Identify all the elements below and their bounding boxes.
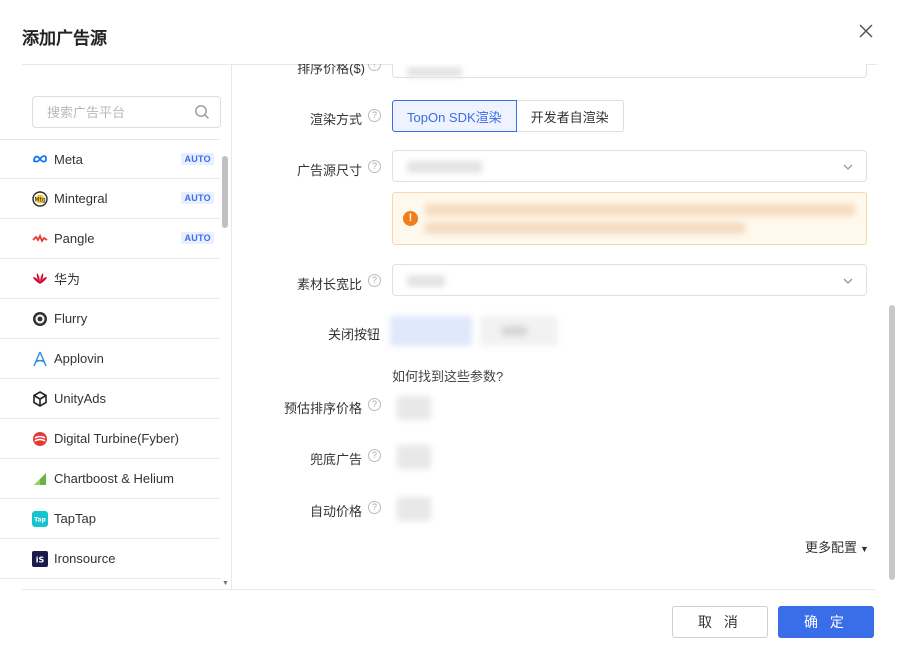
help-icon[interactable]: ?	[368, 501, 381, 514]
platform-name: Chartboost & Helium	[54, 471, 174, 486]
fallback-ad-label: 兜底广告	[309, 452, 362, 467]
auto-badge: AUTO	[181, 153, 214, 165]
search-box	[32, 96, 221, 128]
caret-down-icon: ▼	[860, 544, 869, 554]
help-icon[interactable]: ?	[368, 109, 381, 122]
render-option-topon-sdk[interactable]: TopOn SDK渲染	[392, 100, 517, 132]
render-method-toggle: TopOn SDK渲染 开发者自渲染	[392, 100, 624, 132]
platform-name: 华为	[54, 272, 81, 287]
platform-item-taptap[interactable]: Tap TapTap	[0, 499, 220, 539]
platform-list: Meta AUTO Mtg Mintegral AUTO Pangle AUTO	[0, 139, 220, 589]
help-icon[interactable]: ?	[368, 160, 381, 173]
digital-turbine-icon	[32, 431, 48, 447]
redacted-value	[407, 161, 482, 173]
aspect-ratio-select[interactable]	[392, 264, 867, 296]
scroll-down-arrow-icon[interactable]: ▼	[222, 580, 229, 587]
redacted-warning-line-1	[425, 204, 855, 216]
search-input[interactable]	[33, 97, 193, 127]
auto-badge: AUTO	[181, 192, 214, 204]
help-link[interactable]: 如何找到这些参数?	[392, 366, 503, 385]
platform-item-mintegral[interactable]: Mtg Mintegral AUTO	[0, 179, 220, 219]
close-icon[interactable]	[857, 22, 875, 40]
warning-icon: !	[403, 211, 418, 226]
help-icon[interactable]: ?	[368, 398, 381, 411]
add-ad-source-dialog: 添加广告源 Meta AUTO Mtg	[0, 0, 897, 653]
help-icon[interactable]: ?	[368, 449, 381, 462]
left-scroll-thumb[interactable]	[222, 156, 228, 228]
platform-item-partial[interactable]	[0, 579, 220, 589]
huawei-icon	[32, 271, 48, 287]
search-icon[interactable]	[194, 104, 210, 120]
platform-name: Ironsource	[54, 551, 116, 566]
dialog-title: 添加广告源	[22, 29, 107, 48]
platform-item-digital-turbine[interactable]: Digital Turbine(Fyber)	[0, 419, 220, 459]
cancel-button[interactable]: 取 消	[672, 606, 768, 638]
auto-badge: AUTO	[181, 232, 214, 244]
platform-item-applovin[interactable]: Applovin	[0, 339, 220, 379]
meta-icon	[32, 151, 48, 167]
confirm-button[interactable]: 确 定	[778, 606, 874, 638]
platform-name: Digital Turbine(Fyber)	[54, 431, 179, 446]
unity-icon	[32, 390, 48, 407]
redacted-switch[interactable]	[397, 445, 431, 469]
pangle-icon	[32, 231, 48, 247]
divider	[22, 64, 231, 65]
platform-name: Flurry	[54, 311, 88, 326]
help-icon[interactable]: ?	[368, 274, 381, 287]
aspect-ratio-label: 素材长宽比	[296, 277, 362, 292]
platform-item-flurry[interactable]: Flurry	[0, 299, 220, 339]
redacted-toggle-text	[502, 326, 527, 336]
more-config-toggle[interactable]: 更多配置 ▼	[805, 537, 869, 556]
platform-name: Meta	[54, 151, 83, 167]
ad-size-label: 广告源尺寸	[296, 163, 362, 178]
redacted-switch[interactable]	[397, 396, 431, 420]
platform-item-ironsource[interactable]: iS Ironsource	[0, 539, 220, 579]
applovin-icon	[32, 351, 48, 367]
estimated-price-label: 预估排序价格	[283, 401, 362, 416]
chartboost-icon	[32, 471, 48, 487]
platform-name: Applovin	[54, 351, 104, 366]
svg-text:Mtg: Mtg	[34, 196, 46, 203]
redacted-value	[407, 275, 445, 287]
chevron-down-icon	[843, 278, 853, 284]
ironsource-icon: iS	[32, 550, 48, 567]
close-button-label: 关闭按钮	[327, 327, 380, 342]
platform-name: UnityAds	[54, 391, 107, 406]
redacted-switch[interactable]	[397, 497, 431, 521]
flurry-icon	[32, 311, 48, 327]
right-scrollbar[interactable]	[889, 305, 895, 580]
platform-item-meta[interactable]: Meta AUTO	[0, 139, 220, 179]
sort-price-input[interactable]	[392, 64, 867, 78]
mintegral-icon: Mtg	[32, 190, 48, 207]
render-option-developer[interactable]: 开发者自渲染	[516, 100, 624, 132]
left-scrollbar[interactable]	[222, 156, 228, 586]
render-method-label: 渲染方式	[309, 112, 362, 127]
more-config-label: 更多配置	[805, 540, 858, 555]
form-panel: 排序价格($) ? 渲染方式 ? TopOn SDK渲染 开发者自渲染 广告源尺…	[232, 64, 897, 589]
platform-name: Mintegral	[54, 191, 108, 206]
sort-price-label: 排序价格($)	[297, 64, 365, 76]
help-icon[interactable]: ?	[368, 64, 381, 71]
platform-name: Pangle	[54, 231, 95, 246]
chevron-down-icon	[843, 164, 853, 170]
platform-name: TapTap	[54, 511, 96, 526]
dialog-header: 添加广告源	[0, 0, 897, 64]
platform-panel: Meta AUTO Mtg Mintegral AUTO Pangle AUTO	[0, 64, 232, 589]
platform-item-unityads[interactable]: UnityAds	[0, 379, 220, 419]
ad-size-select[interactable]	[392, 150, 867, 182]
platform-item-chartboost[interactable]: Chartboost & Helium	[0, 459, 220, 499]
platform-item-pangle[interactable]: Pangle AUTO	[0, 219, 220, 259]
redacted-value	[407, 67, 462, 77]
platform-item-huawei[interactable]: 华为	[0, 259, 220, 299]
auto-price-label: 自动价格	[309, 504, 362, 519]
redacted-warning-line-2	[425, 222, 745, 234]
svg-text:Tap: Tap	[34, 516, 46, 523]
redacted-toggle-selected[interactable]	[390, 316, 472, 346]
divider	[22, 589, 875, 590]
warning-alert: !	[392, 192, 867, 245]
svg-text:iS: iS	[36, 555, 45, 564]
dialog-footer: 取 消 确 定	[0, 589, 897, 653]
taptap-icon: Tap	[32, 510, 48, 527]
